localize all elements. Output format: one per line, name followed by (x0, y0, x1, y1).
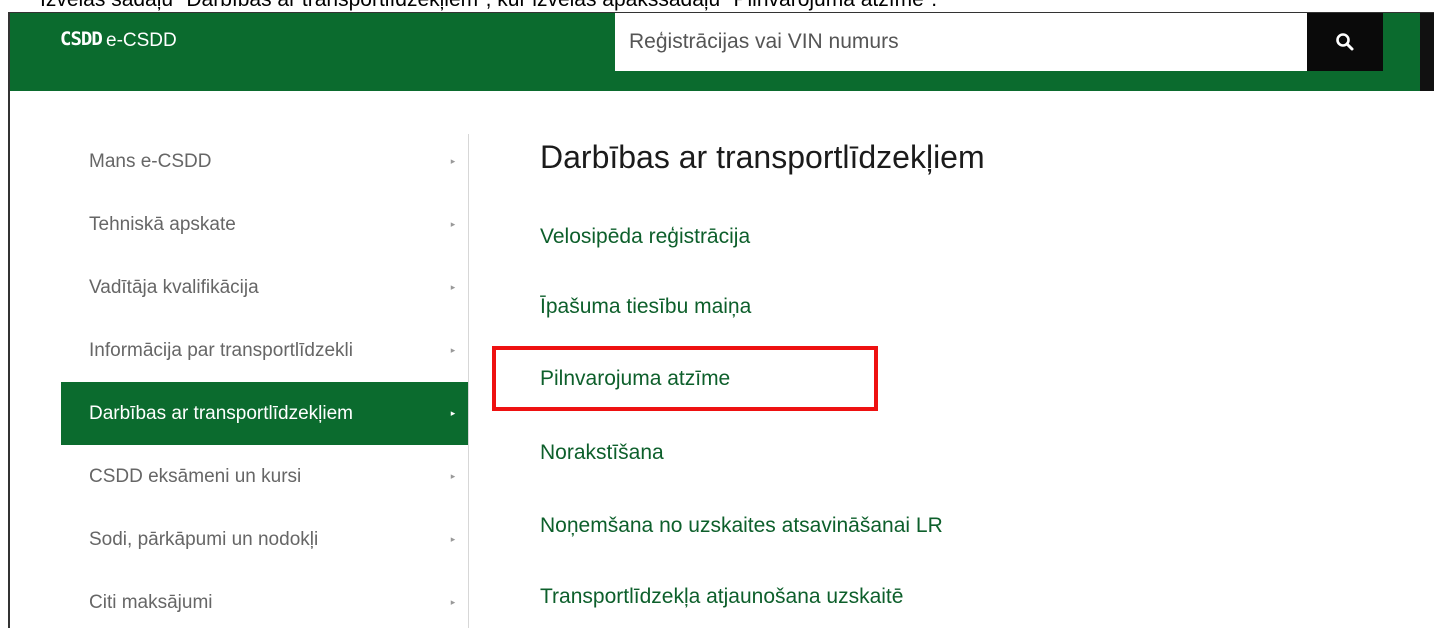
caret-right-icon: ▸ (450, 597, 456, 607)
sidebar-item-label: Informācija par transportlīdzekli (89, 339, 353, 361)
sidebar-item-label: Sodi, pārkāpumi un nodokļi (89, 528, 319, 550)
caret-right-icon: ▸ (450, 156, 456, 166)
sidebar-nav: Mans e-CSDD ▸ Tehniskā apskate ▸ Vadītāj… (61, 130, 468, 628)
link-nonemsana-no-uzskaites[interactable]: Noņemšana no uzskaites atsavināšanai LR (540, 514, 943, 538)
site-brand[interactable]: e-CSDD (106, 30, 177, 52)
sidebar-item-citi-maksajumi[interactable]: Citi maksājumi ▸ (61, 571, 468, 628)
sidebar-item-eksameni[interactable]: CSDD eksāmeni un kursi ▸ (61, 445, 468, 508)
caret-right-icon: ▸ (450, 408, 456, 418)
caret-right-icon: ▸ (450, 219, 456, 229)
caret-right-icon: ▸ (450, 345, 456, 355)
caret-right-icon: ▸ (450, 282, 456, 292)
link-velosipeda-registracija[interactable]: Velosipēda reģistrācija (540, 225, 750, 249)
search-input[interactable] (615, 13, 1308, 71)
header-edge (1420, 13, 1434, 91)
caret-right-icon: ▸ (450, 534, 456, 544)
site-header: CSDD e-CSDD (10, 13, 1434, 91)
page-title: Darbības ar transportlīdzekļiem (540, 139, 985, 175)
search-icon (1336, 33, 1354, 51)
sidebar-item-tehniska-apskate[interactable]: Tehniskā apskate ▸ (61, 193, 468, 256)
browser-frame: CSDD e-CSDD Mans e-CSDD ▸ Tehniskā apska… (8, 12, 1434, 628)
sidebar-item-sodi[interactable]: Sodi, pārkāpumi un nodokļi ▸ (61, 508, 468, 571)
caret-right-icon: ▸ (450, 471, 456, 481)
sidebar-item-label: Mans e-CSDD (89, 150, 212, 172)
link-pilnvarojuma-atzime[interactable]: Pilnvarojuma atzīme (540, 367, 730, 391)
sidebar-item-label: Vadītāja kvalifikācija (89, 276, 259, 298)
sidebar-item-mans-e-csdd[interactable]: Mans e-CSDD ▸ (61, 130, 468, 193)
csdd-logo[interactable]: CSDD (60, 28, 103, 50)
sidebar-item-darbibas[interactable]: Darbības ar transportlīdzekļiem ▸ (61, 382, 468, 445)
search-button[interactable] (1307, 13, 1383, 71)
link-ipasuma-tiesibu-maina[interactable]: Īpašuma tiesību maiņa (540, 295, 751, 319)
sidebar-item-vaditaja-kvalifikacija[interactable]: Vadītāja kvalifikācija ▸ (61, 256, 468, 319)
sidebar-item-informacija[interactable]: Informācija par transportlīdzekli ▸ (61, 319, 468, 382)
sidebar-item-label: Darbības ar transportlīdzekļiem (89, 402, 353, 424)
sidebar-divider (468, 134, 469, 628)
link-norakstisana[interactable]: Norakstīšana (540, 441, 664, 465)
sidebar-item-label: CSDD eksāmeni un kursi (89, 465, 302, 487)
link-atjaunosana-uzskaite[interactable]: Transportlīdzekļa atjaunošana uzskaitē (540, 585, 903, 609)
instruction-caption: Izvēlas sadaļu "Darbības ar transportlīd… (40, 0, 937, 11)
sidebar-item-label: Citi maksājumi (89, 591, 213, 613)
sidebar-item-label: Tehniskā apskate (89, 213, 236, 235)
